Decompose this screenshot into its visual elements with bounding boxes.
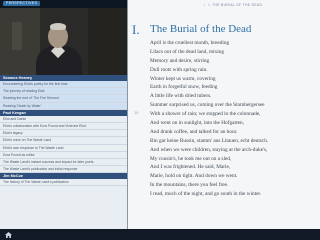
list-item[interactable]: Eliot's legacy <box>0 130 127 138</box>
video-background-dark <box>88 8 127 75</box>
poem-line: Earth in forgetful snow, feeding <box>150 84 218 91</box>
poem-line: Marie, hold on tight. And down we went. <box>150 173 238 180</box>
poem-line: A little life with dried tubers. <box>150 93 212 100</box>
section-title: The Burial of the Dead <box>150 23 252 35</box>
bottom-toolbar <box>0 229 320 240</box>
poem-line: And went on in sunlight, into the Hofgar… <box>150 120 245 127</box>
perspectives-list: Seamus Heaney Encountering Eliot's poetr… <box>0 75 127 187</box>
poem-line: My cousin's, he took me out on a sled, <box>150 155 232 162</box>
poem-line: Lilacs out of the dead land, mixing <box>150 48 224 55</box>
poem-line: With a shower of rain; we stopped in the… <box>150 111 261 118</box>
home-icon[interactable] <box>5 232 12 238</box>
list-item[interactable]: Eliot and Dante <box>0 116 127 123</box>
list-item[interactable]: Eliot's voice on The Waste Land <box>0 137 127 145</box>
poem-line: And drank coffee, and talked for an hour… <box>150 128 238 135</box>
poem-line: I read, much of the night, and go south … <box>150 191 262 198</box>
video-lamp <box>12 22 22 50</box>
poem-line: Memory and desire, stirring <box>150 57 210 64</box>
poem-lines: April is the cruellest month, breeding L… <box>150 39 268 199</box>
poem-line: Dull roots with spring rain. <box>150 66 208 73</box>
section-number: I. <box>132 22 140 37</box>
poem-reader: ‹ I. THE BURIAL OF THE DEAD I. The Burial… <box>128 0 320 229</box>
poem-line: Winter kept us warm, covering <box>150 75 216 82</box>
chevron-left-icon[interactable]: ‹ <box>204 3 205 7</box>
list-item[interactable]: The history of The Waste Land's publicat… <box>0 179 127 187</box>
poem-line: April is the cruellest month, breeding <box>150 40 230 46</box>
poem-line: Summer surprised us, coming over the Sta… <box>150 102 265 109</box>
list-item[interactable]: The Waste Land's publication and initial… <box>0 166 127 174</box>
list-item[interactable]: Ezra Pound as editor <box>0 152 127 159</box>
list-item[interactable]: Eliot's collaboration with Ezra Pound an… <box>0 123 127 131</box>
video-player[interactable] <box>0 8 127 75</box>
list-item[interactable]: The journey of reading Eliot <box>0 88 127 96</box>
breadcrumb-label: I. THE BURIAL OF THE DEAD <box>208 3 263 7</box>
list-item[interactable]: Eliot's own response to The Waste Land <box>0 145 127 152</box>
video-speaker-hair <box>50 23 66 30</box>
list-item[interactable]: Reading the end of 'The Fire Sermon' <box>0 95 127 103</box>
list-item[interactable]: Encountering Eliot's poetry for the firs… <box>0 81 127 89</box>
perspectives-panel: PERSPECTIVES Seamus Heaney Encountering … <box>0 0 128 229</box>
list-item[interactable]: The Waste Land's instant success and imp… <box>0 159 127 167</box>
poem-line: And I was frightened. He said, Marie, <box>150 164 231 171</box>
poem-line: In the mountains, there you feel free. <box>150 182 229 189</box>
panel-tab-bar: PERSPECTIVES <box>0 0 127 8</box>
breadcrumb[interactable]: ‹ I. THE BURIAL OF THE DEAD <box>204 3 262 7</box>
poem-line: Bin gar keine Russin, stamm' aus Litauen… <box>150 137 269 144</box>
list-item[interactable]: Reading 'Death by Water' <box>0 102 127 110</box>
line-number: 10 <box>134 110 139 115</box>
tab-perspectives[interactable]: PERSPECTIVES <box>3 1 41 6</box>
poem-line: And when we were children, staying at th… <box>150 146 268 153</box>
